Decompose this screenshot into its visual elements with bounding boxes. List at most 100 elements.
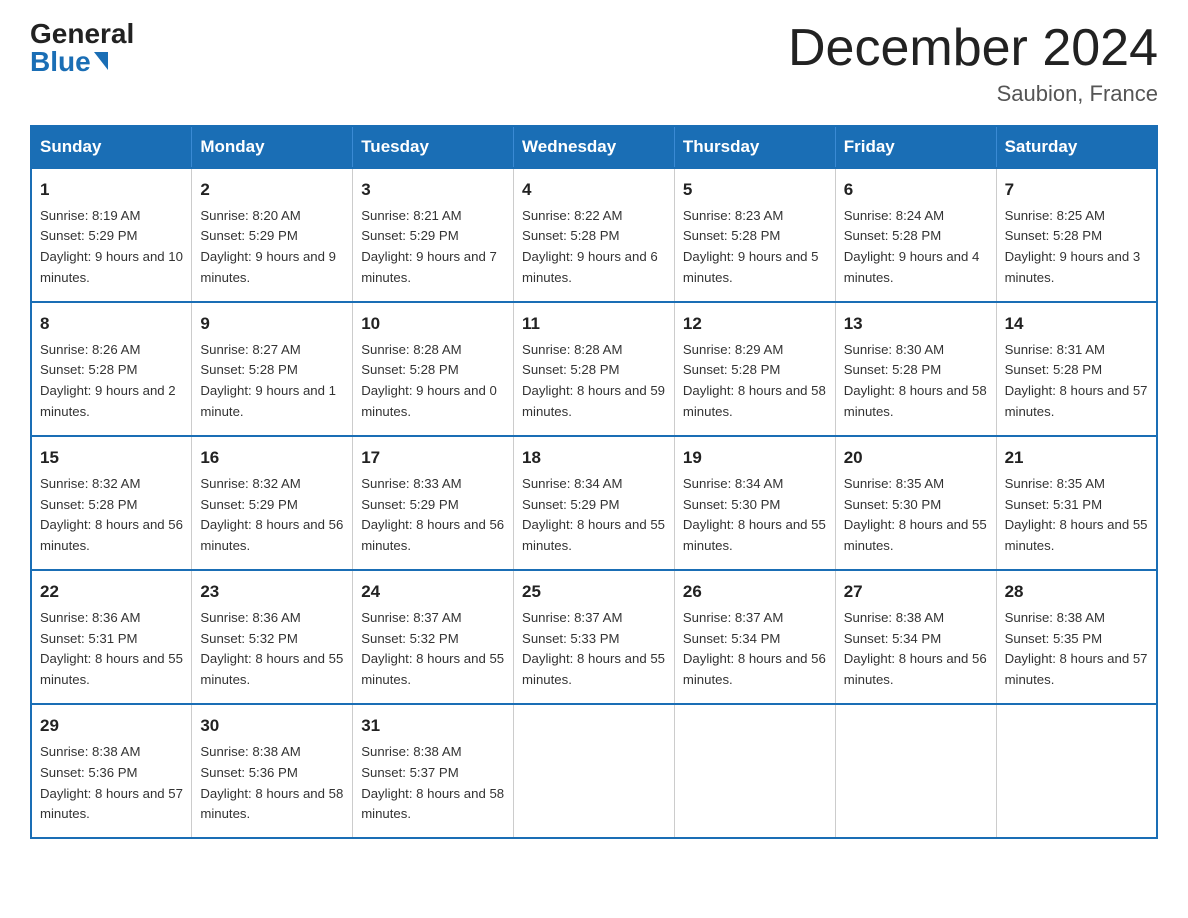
weekday-header-thursday: Thursday <box>674 126 835 168</box>
calendar-cell: 18 Sunrise: 8:34 AMSunset: 5:29 PMDayligh… <box>514 436 675 570</box>
calendar-cell: 29 Sunrise: 8:38 AMSunset: 5:36 PMDayligh… <box>31 704 192 838</box>
day-info: Sunrise: 8:33 AMSunset: 5:29 PMDaylight:… <box>361 476 504 554</box>
day-info: Sunrise: 8:38 AMSunset: 5:36 PMDaylight:… <box>40 744 183 822</box>
day-info: Sunrise: 8:19 AMSunset: 5:29 PMDaylight:… <box>40 208 183 286</box>
week-row-3: 15 Sunrise: 8:32 AMSunset: 5:28 PMDayligh… <box>31 436 1157 570</box>
day-number: 3 <box>361 177 505 203</box>
day-number: 14 <box>1005 311 1148 337</box>
calendar-cell: 25 Sunrise: 8:37 AMSunset: 5:33 PMDayligh… <box>514 570 675 704</box>
calendar-cell: 7Sunrise: 8:25 AMSunset: 5:28 PMDaylight… <box>996 168 1157 302</box>
month-year-title: December 2024 <box>788 20 1158 77</box>
day-info: Sunrise: 8:24 AMSunset: 5:28 PMDaylight:… <box>844 208 980 286</box>
calendar-cell: 11 Sunrise: 8:28 AMSunset: 5:28 PMDayligh… <box>514 302 675 436</box>
day-info: Sunrise: 8:29 AMSunset: 5:28 PMDaylight:… <box>683 342 826 420</box>
calendar-cell: 22 Sunrise: 8:36 AMSunset: 5:31 PMDayligh… <box>31 570 192 704</box>
day-number: 9 <box>200 311 344 337</box>
day-info: Sunrise: 8:28 AMSunset: 5:28 PMDaylight:… <box>522 342 665 420</box>
day-info: Sunrise: 8:32 AMSunset: 5:29 PMDaylight:… <box>200 476 343 554</box>
day-number: 5 <box>683 177 827 203</box>
calendar-cell: 10 Sunrise: 8:28 AMSunset: 5:28 PMDayligh… <box>353 302 514 436</box>
calendar-cell <box>674 704 835 838</box>
day-info: Sunrise: 8:38 AMSunset: 5:36 PMDaylight:… <box>200 744 343 822</box>
day-number: 24 <box>361 579 505 605</box>
weekday-header-wednesday: Wednesday <box>514 126 675 168</box>
day-info: Sunrise: 8:36 AMSunset: 5:32 PMDaylight:… <box>200 610 343 688</box>
logo-general-text: General <box>30 20 134 48</box>
day-info: Sunrise: 8:32 AMSunset: 5:28 PMDaylight:… <box>40 476 183 554</box>
calendar-cell: 15 Sunrise: 8:32 AMSunset: 5:28 PMDayligh… <box>31 436 192 570</box>
day-info: Sunrise: 8:38 AMSunset: 5:37 PMDaylight:… <box>361 744 504 822</box>
calendar-cell: 9 Sunrise: 8:27 AMSunset: 5:28 PMDaylight… <box>192 302 353 436</box>
calendar-cell: 8 Sunrise: 8:26 AMSunset: 5:28 PMDaylight… <box>31 302 192 436</box>
day-number: 10 <box>361 311 505 337</box>
logo: General Blue <box>30 20 134 76</box>
day-number: 6 <box>844 177 988 203</box>
calendar-cell: 28 Sunrise: 8:38 AMSunset: 5:35 PMDayligh… <box>996 570 1157 704</box>
calendar-cell: 17 Sunrise: 8:33 AMSunset: 5:29 PMDayligh… <box>353 436 514 570</box>
day-number: 16 <box>200 445 344 471</box>
day-number: 21 <box>1005 445 1148 471</box>
day-info: Sunrise: 8:34 AMSunset: 5:29 PMDaylight:… <box>522 476 665 554</box>
week-row-1: 1 Sunrise: 8:19 AMSunset: 5:29 PMDaylight… <box>31 168 1157 302</box>
day-info: Sunrise: 8:38 AMSunset: 5:34 PMDaylight:… <box>844 610 987 688</box>
day-number: 18 <box>522 445 666 471</box>
title-block: December 2024 Saubion, France <box>788 20 1158 107</box>
day-number: 30 <box>200 713 344 739</box>
weekday-header-saturday: Saturday <box>996 126 1157 168</box>
day-info: Sunrise: 8:31 AMSunset: 5:28 PMDaylight:… <box>1005 342 1148 420</box>
weekday-header-tuesday: Tuesday <box>353 126 514 168</box>
day-number: 29 <box>40 713 183 739</box>
calendar-cell: 31Sunrise: 8:38 AMSunset: 5:37 PMDayligh… <box>353 704 514 838</box>
day-number: 15 <box>40 445 183 471</box>
day-info: Sunrise: 8:25 AMSunset: 5:28 PMDaylight:… <box>1005 208 1141 286</box>
calendar-cell <box>835 704 996 838</box>
day-number: 25 <box>522 579 666 605</box>
day-number: 4 <box>522 177 666 203</box>
day-info: Sunrise: 8:26 AMSunset: 5:28 PMDaylight:… <box>40 342 176 420</box>
day-info: Sunrise: 8:37 AMSunset: 5:32 PMDaylight:… <box>361 610 504 688</box>
day-number: 22 <box>40 579 183 605</box>
day-info: Sunrise: 8:30 AMSunset: 5:28 PMDaylight:… <box>844 342 987 420</box>
calendar-cell: 30 Sunrise: 8:38 AMSunset: 5:36 PMDayligh… <box>192 704 353 838</box>
page-header: General Blue December 2024 Saubion, Fran… <box>30 20 1158 107</box>
day-info: Sunrise: 8:21 AMSunset: 5:29 PMDaylight:… <box>361 208 497 286</box>
day-number: 12 <box>683 311 827 337</box>
day-number: 26 <box>683 579 827 605</box>
calendar-cell <box>996 704 1157 838</box>
day-number: 23 <box>200 579 344 605</box>
day-number: 28 <box>1005 579 1148 605</box>
day-info: Sunrise: 8:38 AMSunset: 5:35 PMDaylight:… <box>1005 610 1148 688</box>
day-info: Sunrise: 8:20 AMSunset: 5:29 PMDaylight:… <box>200 208 336 286</box>
week-row-4: 22 Sunrise: 8:36 AMSunset: 5:31 PMDayligh… <box>31 570 1157 704</box>
day-number: 17 <box>361 445 505 471</box>
calendar-cell: 16 Sunrise: 8:32 AMSunset: 5:29 PMDayligh… <box>192 436 353 570</box>
calendar-cell: 20 Sunrise: 8:35 AMSunset: 5:30 PMDayligh… <box>835 436 996 570</box>
calendar-cell: 21 Sunrise: 8:35 AMSunset: 5:31 PMDayligh… <box>996 436 1157 570</box>
calendar-cell: 6 Sunrise: 8:24 AMSunset: 5:28 PMDaylight… <box>835 168 996 302</box>
calendar-cell: 12 Sunrise: 8:29 AMSunset: 5:28 PMDayligh… <box>674 302 835 436</box>
calendar-cell: 3 Sunrise: 8:21 AMSunset: 5:29 PMDaylight… <box>353 168 514 302</box>
day-number: 20 <box>844 445 988 471</box>
day-info: Sunrise: 8:28 AMSunset: 5:28 PMDaylight:… <box>361 342 497 420</box>
logo-triangle-icon <box>94 52 108 70</box>
calendar-cell: 14 Sunrise: 8:31 AMSunset: 5:28 PMDayligh… <box>996 302 1157 436</box>
day-info: Sunrise: 8:35 AMSunset: 5:30 PMDaylight:… <box>844 476 987 554</box>
day-info: Sunrise: 8:27 AMSunset: 5:28 PMDaylight:… <box>200 342 336 420</box>
day-info: Sunrise: 8:23 AMSunset: 5:28 PMDaylight:… <box>683 208 819 286</box>
day-number: 11 <box>522 311 666 337</box>
calendar-cell <box>514 704 675 838</box>
day-info: Sunrise: 8:37 AMSunset: 5:33 PMDaylight:… <box>522 610 665 688</box>
weekday-header-row: SundayMondayTuesdayWednesdayThursdayFrid… <box>31 126 1157 168</box>
day-info: Sunrise: 8:36 AMSunset: 5:31 PMDaylight:… <box>40 610 183 688</box>
calendar-cell: 1 Sunrise: 8:19 AMSunset: 5:29 PMDaylight… <box>31 168 192 302</box>
weekday-header-friday: Friday <box>835 126 996 168</box>
day-number: 13 <box>844 311 988 337</box>
day-number: 8 <box>40 311 183 337</box>
day-number: 1 <box>40 177 183 203</box>
day-info: Sunrise: 8:37 AMSunset: 5:34 PMDaylight:… <box>683 610 826 688</box>
day-info: Sunrise: 8:35 AMSunset: 5:31 PMDaylight:… <box>1005 476 1148 554</box>
week-row-5: 29 Sunrise: 8:38 AMSunset: 5:36 PMDayligh… <box>31 704 1157 838</box>
calendar-cell: 5 Sunrise: 8:23 AMSunset: 5:28 PMDaylight… <box>674 168 835 302</box>
calendar-cell: 26 Sunrise: 8:37 AMSunset: 5:34 PMDayligh… <box>674 570 835 704</box>
calendar-cell: 2Sunrise: 8:20 AMSunset: 5:29 PMDaylight… <box>192 168 353 302</box>
